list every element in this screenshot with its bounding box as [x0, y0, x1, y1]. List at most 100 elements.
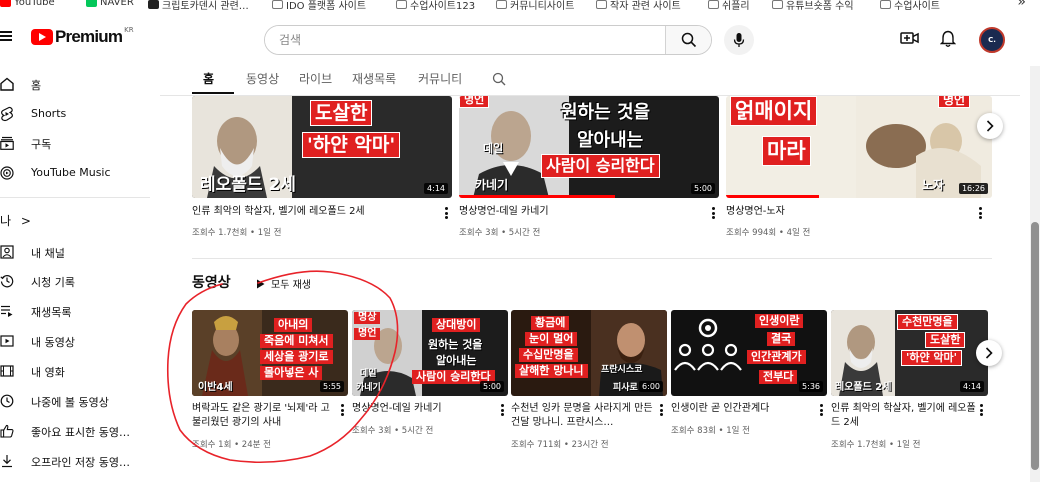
- tab-home[interactable]: 홈: [203, 70, 214, 87]
- bookmark-folder-ido[interactable]: IDO 플랫폼 사이트: [272, 0, 366, 10]
- shorts-icon: [0, 106, 14, 122]
- bookmark-folder-class123[interactable]: 수업사이트123: [396, 0, 475, 10]
- sidebar-item-playlists[interactable]: 재생목록: [0, 300, 150, 322]
- chevron-right-icon: >: [20, 214, 31, 228]
- sidebar-item-downloads[interactable]: 오프라인 저장 동영…: [0, 450, 150, 472]
- playlists-icon: [0, 303, 14, 319]
- youtube-premium-logo[interactable]: Premium KR: [31, 26, 134, 45]
- sidebar-item-youtube-music[interactable]: YouTube Music: [0, 162, 150, 184]
- bookmark-naver[interactable]: NAVER: [86, 0, 134, 8]
- video-title[interactable]: 수천년 잉카 문명을 사라지게 만든 건달 망나니. 프란시스…: [511, 402, 659, 430]
- more-actions-icon[interactable]: [820, 404, 824, 416]
- folder-icon: [396, 0, 407, 9]
- bookmarks-more-button[interactable]: »: [1017, 0, 1026, 10]
- naver-icon: [86, 0, 97, 7]
- video-thumbnail[interactable]: 도살한 '하얀 악마' 레오폴드 2세 4:14: [192, 96, 452, 198]
- sidebar-you-header[interactable]: 나 >: [0, 212, 31, 229]
- bookmark-folder-author[interactable]: 작자 관련 사이트: [596, 0, 681, 10]
- liked-icon: [0, 423, 14, 439]
- bell-icon: [939, 30, 957, 47]
- more-actions-icon[interactable]: [341, 404, 345, 416]
- sidebar-item-liked-videos[interactable]: 좋아요 표시한 동영…: [0, 420, 150, 442]
- download-icon: [0, 453, 14, 469]
- channel-tabs: 홈 동영상 라이브 재생목록 커뮤니티: [160, 66, 1010, 94]
- video-thumbnail[interactable]: 수천만명을 도살한 '하얀 악마' 레오폴드 2세 4:14: [831, 310, 988, 396]
- video-thumbnail[interactable]: 황금에 눈이 멀어 수십만명을 살해한 망나니 프란시스코 피사로 6:00: [511, 310, 667, 396]
- notifications-button[interactable]: [939, 30, 957, 52]
- more-actions-icon[interactable]: [712, 207, 716, 219]
- tab-live[interactable]: 라이브: [299, 70, 332, 87]
- account-avatar[interactable]: C.: [979, 27, 1005, 53]
- menu-icon[interactable]: [0, 31, 12, 41]
- more-actions-icon[interactable]: [445, 207, 449, 219]
- video-meta: 조회수 3회 • 5시간 전: [352, 426, 434, 436]
- bookmark-folder-shipley[interactable]: 쉬플리: [708, 0, 750, 10]
- youtube-music-icon: [0, 165, 14, 181]
- bookmark-youtube[interactable]: YouTube: [0, 0, 55, 8]
- people-network-icon: [674, 318, 742, 371]
- search-box: [264, 25, 712, 55]
- home-icon: [0, 76, 14, 92]
- sidebar-item-watch-later[interactable]: 나중에 볼 동영상: [0, 390, 150, 412]
- video-thumbnail[interactable]: 명상 명언 상대방이 원하는 것을 알아내는 사람이 승리한다 데일 카네기 5…: [352, 310, 508, 396]
- sidebar-item-movies[interactable]: 내 영화: [0, 360, 150, 382]
- shelf-next-button[interactable]: [977, 113, 1003, 139]
- tab-community[interactable]: 커뮤니티: [418, 70, 462, 87]
- video-title[interactable]: 인류 최악의 학살자, 벨기에 레오폴드 2세: [192, 205, 365, 219]
- video-title[interactable]: 인생이란 곧 인간관계다: [671, 402, 769, 416]
- search-input[interactable]: [265, 26, 665, 54]
- chevron-right-icon: [985, 347, 993, 359]
- video-thumbnail[interactable]: 아내의 죽음에 미쳐서 세상을 광기로 몰아넣은 사 이반4세 5:55: [192, 310, 348, 396]
- tab-playlists[interactable]: 재생목록: [352, 70, 396, 87]
- video-title[interactable]: 명상명언-데일 카네기: [459, 205, 549, 219]
- youtube-icon: [0, 0, 11, 7]
- watch-progress-bar: [726, 195, 819, 198]
- tab-active-indicator: [192, 92, 234, 94]
- bookmark-folder-class[interactable]: 수업사이트: [880, 0, 940, 10]
- video-thumbnail[interactable]: 명언 원하는 것을 알아내는 사람이 승리한다 데일 카네기 5:00: [459, 96, 719, 198]
- watch-later-icon: [0, 393, 14, 409]
- folder-icon: [496, 0, 507, 9]
- masthead: Premium KR C.: [0, 10, 1040, 66]
- more-actions-icon[interactable]: [979, 207, 983, 219]
- sidebar-item-shorts[interactable]: Shorts: [0, 103, 150, 125]
- bookmark-folder-community[interactable]: 커뮤니티사이트: [496, 0, 574, 10]
- folder-icon: [708, 0, 719, 9]
- video-thumbnail[interactable]: 인생이란 결국 인간관계가 전부다 5:36: [671, 310, 827, 396]
- sidebar-item-your-videos[interactable]: 내 동영상: [0, 330, 150, 352]
- video-title[interactable]: 명상명언-데일 카네기: [352, 402, 442, 416]
- sidebar-item-history[interactable]: 시청 기록: [0, 270, 150, 292]
- video-thumbnail[interactable]: 얽매이지 마라 명언 노자 16:26: [726, 96, 992, 198]
- search-button[interactable]: [665, 26, 711, 54]
- tab-videos[interactable]: 동영상: [246, 70, 279, 87]
- more-actions-icon[interactable]: [501, 404, 505, 416]
- sidebar-item-your-channel[interactable]: 내 채널: [0, 241, 150, 263]
- tab-search-button[interactable]: [492, 71, 506, 90]
- microphone-icon: [733, 33, 745, 47]
- create-button[interactable]: [900, 30, 920, 50]
- more-actions-icon[interactable]: [660, 404, 664, 416]
- more-actions-icon[interactable]: [980, 404, 984, 416]
- youtube-logo-icon: [31, 29, 53, 45]
- folder-icon: [772, 0, 783, 9]
- video-meta: 조회수 1.7천회 • 1일 전: [831, 440, 921, 450]
- shelf-next-button[interactable]: [976, 340, 1002, 366]
- sidebar-divider: [0, 197, 150, 198]
- folder-icon: [596, 0, 607, 9]
- video-title[interactable]: 벼락과도 같은 광기로 '뇌제'라 고 불리웠던 광기의 사내: [192, 402, 340, 430]
- folder-icon: [880, 0, 891, 9]
- play-all-button[interactable]: 모두 재생: [256, 276, 311, 291]
- video-meta: 조회수 83회 • 1일 전: [671, 426, 750, 436]
- bookmark-crypto[interactable]: 크립토카덴시 관련…: [148, 0, 249, 10]
- video-meta: 조회수 1.7천회 • 1일 전: [192, 228, 282, 238]
- voice-search-button[interactable]: [724, 25, 754, 55]
- section-title[interactable]: 동영상: [192, 272, 231, 292]
- sidebar-item-subscriptions[interactable]: 구독: [0, 132, 150, 154]
- subscriptions-icon: [0, 135, 14, 151]
- video-title[interactable]: 인류 최악의 학살자, 벨기에 레오폴드 2세: [831, 402, 981, 430]
- sidebar-item-home[interactable]: 홈: [0, 73, 150, 95]
- video-title[interactable]: 명상명언-노자: [726, 205, 785, 219]
- scrollbar-thumb[interactable]: [1031, 222, 1039, 470]
- bookmark-folder-shorts[interactable]: 유튜브숏폼 수익: [772, 0, 854, 10]
- play-icon: [257, 279, 265, 288]
